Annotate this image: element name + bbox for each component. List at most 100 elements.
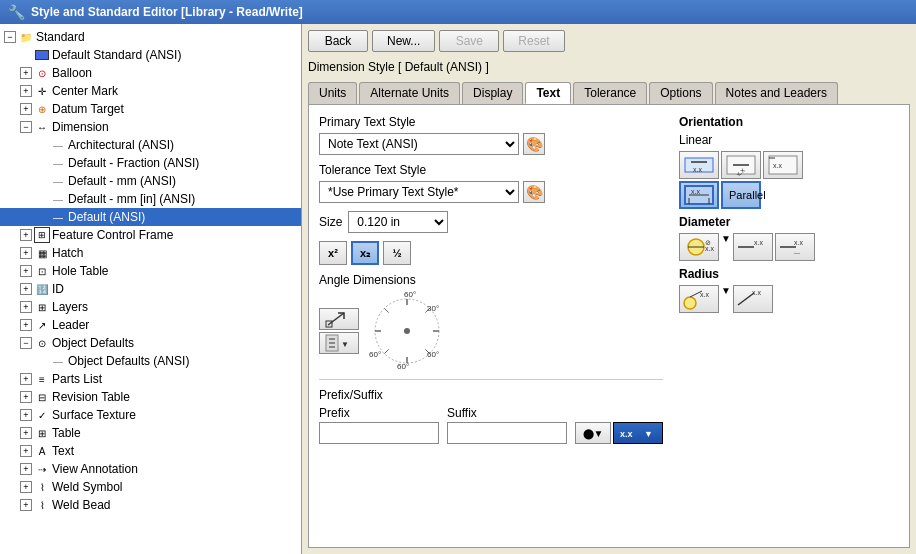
tab-options[interactable]: Options [649, 82, 712, 104]
tree-item-hatch[interactable]: ▦ Hatch [0, 244, 301, 262]
leader-icon: ↗ [34, 317, 50, 333]
format-fraction-button[interactable]: ½ [383, 241, 411, 265]
expand-text[interactable] [20, 445, 32, 457]
prefix-input[interactable] [319, 422, 439, 444]
linear-icon-4: x.x [683, 184, 715, 206]
tree-item-default-standard[interactable]: Default Standard (ANSI) [0, 46, 301, 64]
tree-item-hole-table[interactable]: ⊡ Hole Table [0, 262, 301, 280]
orientation-title: Orientation [679, 115, 899, 129]
tree-item-balloon[interactable]: ⊙ Balloon [0, 64, 301, 82]
expand-view-annotation[interactable] [20, 463, 32, 475]
linear-orient-btn-1[interactable]: x.x [679, 151, 719, 179]
tree-item-datum-target[interactable]: ⊕ Datum Target [0, 100, 301, 118]
tree-item-arch-ansi[interactable]: — Architectural (ANSI) [0, 136, 301, 154]
radius-btn-2[interactable]: x.x [733, 285, 773, 313]
tree-item-default-ansi[interactable]: — Default (ANSI) [0, 208, 301, 226]
expand-hole-table[interactable] [20, 265, 32, 277]
linear-orient-btn-2[interactable]: x.x [721, 151, 761, 179]
tab-display[interactable]: Display [462, 82, 523, 104]
primary-text-paint-button[interactable]: 🎨 [523, 133, 545, 155]
svg-text:x.x: x.x [700, 291, 709, 298]
save-button[interactable]: Save [439, 30, 499, 52]
expand-feature-control[interactable] [20, 229, 32, 241]
tree-item-table[interactable]: ⊞ Table [0, 424, 301, 442]
size-row: Size 0.120 in [319, 211, 663, 233]
tree-item-object-defaults[interactable]: ⊙ Object Defaults [0, 334, 301, 352]
tree-item-layers[interactable]: ⊞ Layers [0, 298, 301, 316]
tolerance-text-style-select[interactable]: *Use Primary Text Style* [319, 181, 519, 203]
expand-standard[interactable] [4, 31, 16, 43]
ps-dim-button[interactable]: x.x ▼ [613, 422, 663, 444]
size-select[interactable]: 0.120 in [348, 211, 448, 233]
expand-center-mark[interactable] [20, 85, 32, 97]
tree-item-feature-control[interactable]: ⊞ Feature Control Frame [0, 226, 301, 244]
expand-weld-bead[interactable] [20, 499, 32, 511]
svg-text:▼: ▼ [341, 340, 349, 349]
format-subscript-button[interactable]: x₂ [351, 241, 379, 265]
tree-item-weld-bead[interactable]: ⌇ Weld Bead [0, 496, 301, 514]
tab-text[interactable]: Text [525, 82, 571, 104]
linear-orient-btn-4[interactable]: x.x [679, 181, 719, 209]
tree-item-view-annotation[interactable]: ⇢ View Annotation [0, 460, 301, 478]
expand-weld-symbol[interactable] [20, 481, 32, 493]
expand-revision-table[interactable] [20, 391, 32, 403]
ps-dots-button[interactable]: ⬤▼ [575, 422, 611, 444]
expand-dimension[interactable] [20, 121, 32, 133]
tree-item-default-frac[interactable]: — Default - Fraction (ANSI) [0, 154, 301, 172]
window-title: Style and Standard Editor [Library - Rea… [31, 5, 303, 19]
expand-datum-target[interactable] [20, 103, 32, 115]
tree-item-standard[interactable]: 📁 Standard [0, 28, 301, 46]
svg-text:x.x: x.x [754, 239, 763, 246]
expand-balloon[interactable] [20, 67, 32, 79]
tree-item-center-mark[interactable]: ✛ Center Mark [0, 82, 301, 100]
breadcrumb: Dimension Style [ Default (ANSI) ] [308, 58, 910, 76]
back-button[interactable]: Back [308, 30, 368, 52]
tree-item-weld-symbol[interactable]: ⌇ Weld Symbol [0, 478, 301, 496]
tree-item-text[interactable]: A Text [0, 442, 301, 460]
linear-orient-btn-3[interactable]: x.x [763, 151, 803, 179]
tolerance-text-paint-button[interactable]: 🎨 [523, 181, 545, 203]
suffix-input[interactable] [447, 422, 567, 444]
tree-item-revision-table[interactable]: ⊟ Revision Table [0, 388, 301, 406]
weld-symbol-icon: ⌇ [34, 479, 50, 495]
parallel-button[interactable]: Parallel [721, 181, 761, 209]
diameter-btn-2[interactable]: x.x [733, 233, 773, 261]
tab-alternate-units[interactable]: Alternate Units [359, 82, 460, 104]
view-annotation-icon: ⇢ [34, 461, 50, 477]
tab-tolerance[interactable]: Tolerance [573, 82, 647, 104]
expand-hatch[interactable] [20, 247, 32, 259]
diameter-btn-3[interactable]: x.x — [775, 233, 815, 261]
angle-layout: ▼ [319, 291, 663, 371]
expand-surface-texture[interactable] [20, 409, 32, 421]
angle-btn-1[interactable] [319, 308, 359, 330]
svg-point-47 [684, 297, 696, 309]
tree-item-dimension[interactable]: ↔ Dimension [0, 118, 301, 136]
radius-btn-1[interactable]: x.x [679, 285, 719, 313]
diameter-btn-1[interactable]: ⊘ x.x [679, 233, 719, 261]
tree-label-default-ansi: Default (ANSI) [68, 210, 145, 224]
tree-item-object-defaults-ansi[interactable]: — Object Defaults (ANSI) [0, 352, 301, 370]
tree-item-id[interactable]: 🔢 ID [0, 280, 301, 298]
new-button[interactable]: New... [372, 30, 435, 52]
primary-text-style-select[interactable]: Note Text (ANSI) [319, 133, 519, 155]
radius-icon-2: x.x [736, 287, 770, 311]
format-superscript-button[interactable]: x² [319, 241, 347, 265]
expand-object-defaults[interactable] [20, 337, 32, 349]
tab-units[interactable]: Units [308, 82, 357, 104]
tree-item-surface-texture[interactable]: ✓ Surface Texture [0, 406, 301, 424]
tree-item-parts-list[interactable]: ≡ Parts List [0, 370, 301, 388]
tree-item-default-mm[interactable]: — Default - mm (ANSI) [0, 172, 301, 190]
reset-button[interactable]: Reset [503, 30, 564, 52]
angle-btn-2[interactable]: ▼ [319, 332, 359, 354]
text-format-row: x² x₂ ½ [319, 241, 663, 265]
expand-parts-list[interactable] [20, 373, 32, 385]
expand-id[interactable] [20, 283, 32, 295]
svg-text:60°: 60° [427, 350, 439, 359]
expand-table[interactable] [20, 427, 32, 439]
tab-notes-leaders[interactable]: Notes and Leaders [715, 82, 838, 104]
linear-icon-2: x.x [725, 154, 757, 176]
tree-item-leader[interactable]: ↗ Leader [0, 316, 301, 334]
tree-item-default-mm-in[interactable]: — Default - mm [in] (ANSI) [0, 190, 301, 208]
expand-layers[interactable] [20, 301, 32, 313]
expand-leader[interactable] [20, 319, 32, 331]
